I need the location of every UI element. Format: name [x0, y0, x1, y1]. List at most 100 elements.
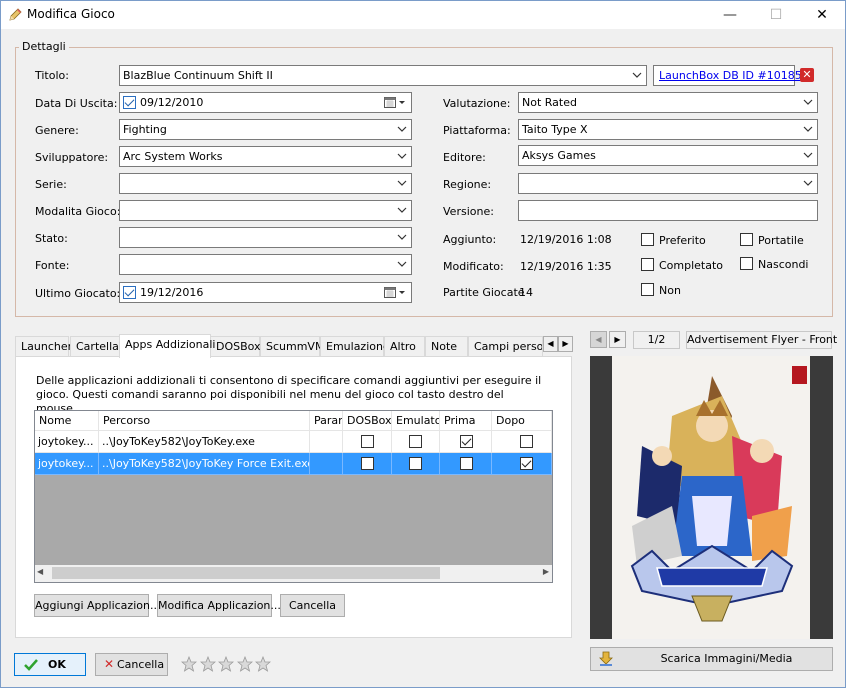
play-count-label: Partite Giocate: [443, 286, 525, 299]
modified-label: Modificato:: [443, 260, 504, 273]
cell-before: [440, 431, 492, 453]
publisher-label: Editore:: [443, 151, 486, 164]
col-dosbox[interactable]: DOSBox: [343, 411, 392, 431]
download-media-button[interactable]: Scarica Immagini/Media: [590, 647, 833, 671]
chevron-down-icon: [399, 291, 405, 294]
play-mode-combo[interactable]: [119, 200, 412, 221]
cell-emulator: [392, 431, 440, 453]
title-value: BlazBlue Continuum Shift II: [123, 69, 273, 82]
add-app-button[interactable]: Aggiungi Applicazion...: [34, 594, 160, 617]
status-combo[interactable]: [119, 227, 412, 248]
delete-app-button[interactable]: Cancella: [280, 594, 345, 617]
cell-dosbox: [343, 431, 392, 453]
tab-folder[interactable]: Cartella: [70, 336, 120, 357]
after-checkbox[interactable]: [520, 435, 533, 448]
star-icon[interactable]: [181, 656, 197, 672]
col-before[interactable]: Prima: [440, 411, 492, 431]
emulator-checkbox[interactable]: [409, 457, 422, 470]
star-icon[interactable]: [236, 656, 253, 672]
launchbox-db-link[interactable]: LaunchBox DB ID #101859: [659, 69, 809, 82]
platform-combo[interactable]: Taito Type X: [518, 119, 818, 140]
game-cover-image[interactable]: [612, 356, 810, 639]
emulator-checkbox[interactable]: [409, 435, 422, 448]
source-label: Fonte:: [35, 259, 70, 272]
cell-name: joytokey...: [35, 453, 99, 475]
before-checkbox[interactable]: [460, 457, 473, 470]
col-emulator[interactable]: Emulator: [392, 411, 440, 431]
edit-app-button[interactable]: Modifica Applicazion...: [157, 594, 281, 617]
remove-db-link-icon[interactable]: ✕: [800, 68, 814, 82]
horizontal-scrollbar[interactable]: ◀ ▶: [35, 565, 552, 582]
tab-emulation[interactable]: Emulazione: [320, 336, 390, 357]
play-mode-label: Modalita Gioco:: [35, 205, 121, 218]
developer-value: Arc System Works: [123, 150, 223, 163]
release-date-picker[interactable]: 09/12/2010: [119, 92, 412, 113]
chevron-down-icon: [397, 180, 407, 186]
tab-custom-fields[interactable]: Campi persona: [468, 336, 543, 357]
cell-path: ..\JoyToKey582\JoyToKey.exe: [99, 431, 310, 453]
last-played-checkbox[interactable]: [123, 286, 136, 299]
title-combo[interactable]: BlazBlue Continuum Shift II: [119, 65, 647, 86]
tab-scroll-right-icon[interactable]: ▶: [558, 336, 573, 352]
scroll-left-icon[interactable]: ◀: [37, 567, 43, 576]
portable-checkbox[interactable]: [740, 233, 753, 246]
star-icon[interactable]: [255, 656, 271, 672]
grid-header: Nome Percorso Paran DOSBox Emulator Prim…: [35, 411, 552, 431]
calendar-icon[interactable]: [384, 96, 396, 108]
star-icon[interactable]: [199, 656, 216, 672]
developer-combo[interactable]: Arc System Works: [119, 146, 412, 167]
dosbox-checkbox[interactable]: [361, 435, 374, 448]
cancel-icon: ✕: [104, 657, 115, 671]
hide-checkbox[interactable]: [740, 257, 753, 270]
rating-combo[interactable]: Not Rated: [518, 92, 818, 113]
edit-game-window: Modifica Gioco — ☐ ✕ Dettagli Titolo: Bl…: [0, 0, 846, 688]
tab-other[interactable]: Altro: [384, 336, 425, 357]
completed-checkbox[interactable]: [641, 258, 654, 271]
publisher-value: Aksys Games: [522, 149, 596, 162]
apps-grid[interactable]: Nome Percorso Paran DOSBox Emulator Prim…: [34, 410, 553, 583]
non-checkbox[interactable]: [641, 283, 654, 296]
ok-button[interactable]: OK: [14, 653, 86, 676]
last-played-picker[interactable]: 19/12/2016: [119, 282, 412, 303]
rating-value: Not Rated: [522, 96, 577, 109]
calendar-icon[interactable]: [384, 286, 396, 298]
tab-dosbox[interactable]: DOSBox: [210, 336, 261, 357]
tab-additional-apps[interactable]: Apps Addizionali: [119, 334, 215, 358]
col-after[interactable]: Dopo: [492, 411, 552, 431]
next-image-icon[interactable]: ▶: [609, 331, 626, 348]
tab-launcher[interactable]: Launcher: [15, 336, 72, 357]
release-date-checkbox[interactable]: [123, 96, 136, 109]
play-count-value: 14: [519, 286, 533, 299]
col-name[interactable]: Nome: [35, 411, 99, 431]
source-combo[interactable]: [119, 254, 412, 275]
before-checkbox[interactable]: [460, 435, 473, 448]
cell-dosbox: [343, 453, 392, 475]
tab-scummvm[interactable]: ScummVM: [260, 336, 324, 357]
table-row[interactable]: joytokey... ..\JoyToKey582\JoyToKey Forc…: [35, 453, 552, 475]
title-bar: Modifica Gioco — ☐ ✕: [1, 1, 845, 29]
maximize-button[interactable]: ☐: [753, 1, 799, 29]
after-checkbox[interactable]: [520, 457, 533, 470]
minimize-button[interactable]: —: [707, 1, 753, 29]
check-icon: [24, 659, 38, 671]
prev-image-icon[interactable]: ◀: [590, 331, 607, 348]
tab-scroll-left-icon[interactable]: ◀: [543, 336, 558, 352]
col-params[interactable]: Paran: [310, 411, 343, 431]
region-combo[interactable]: [518, 173, 818, 194]
image-page-counter: 1/2: [633, 331, 680, 349]
tab-notes[interactable]: Note: [425, 336, 468, 357]
region-label: Regione:: [443, 178, 492, 191]
version-input[interactable]: [518, 200, 818, 221]
genre-combo[interactable]: Fighting: [119, 119, 412, 140]
scrollbar-thumb[interactable]: [52, 567, 440, 579]
dosbox-checkbox[interactable]: [361, 457, 374, 470]
close-button[interactable]: ✕: [799, 1, 845, 29]
star-icon[interactable]: [218, 656, 234, 672]
table-row[interactable]: joytokey... ..\JoyToKey582\JoyToKey.exe: [35, 431, 552, 453]
scroll-right-icon[interactable]: ▶: [543, 567, 549, 576]
series-combo[interactable]: [119, 173, 412, 194]
cancel-button[interactable]: ✕ Cancella: [95, 653, 168, 676]
favorite-checkbox[interactable]: [641, 233, 654, 246]
publisher-combo[interactable]: Aksys Games: [518, 145, 818, 166]
col-path[interactable]: Percorso: [99, 411, 310, 431]
